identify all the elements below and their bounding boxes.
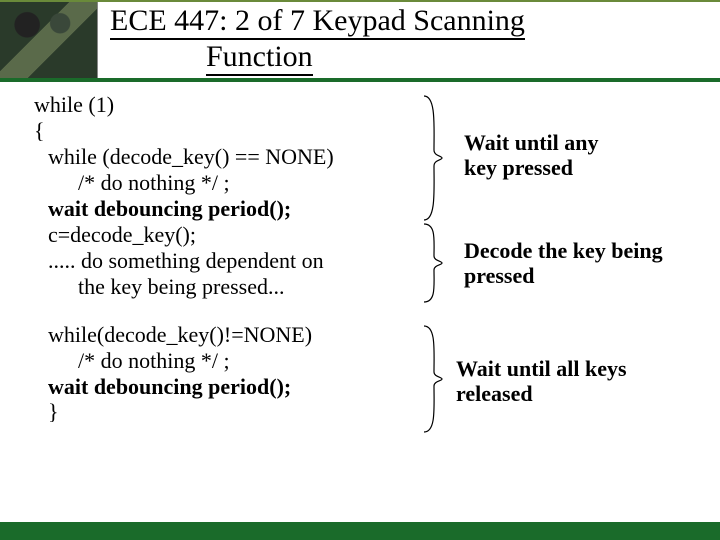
code-line: ..... do something dependent on	[34, 248, 434, 274]
slide-body: while (1) { while (decode_key() == NONE)…	[0, 92, 720, 522]
title-container: ECE 447: 2 of 7 Keypad Scanning Function	[110, 4, 710, 76]
code-block: while (1) { while (decode_key() == NONE)…	[34, 92, 434, 425]
slide-title-line2: Function	[206, 40, 313, 76]
code-line: {	[34, 118, 434, 144]
slide-title-line1: ECE 447: 2 of 7 Keypad Scanning	[110, 4, 525, 40]
code-line: /* do nothing */ ;	[34, 348, 434, 374]
annotation-line: Wait until any	[464, 130, 598, 155]
code-line: while (1)	[34, 92, 434, 118]
annotation-decode: Decode the key being pressed	[464, 238, 663, 289]
annotation-line: released	[456, 381, 627, 406]
annotation-line: Decode the key being	[464, 238, 663, 263]
annotation-line: pressed	[464, 263, 663, 288]
code-line: /* do nothing */ ;	[34, 170, 434, 196]
code-line: wait debouncing period();	[34, 196, 434, 222]
code-line: while (decode_key() == NONE)	[34, 144, 434, 170]
footer-accent-bar	[0, 522, 720, 540]
annotation-wait-press: Wait until any key pressed	[464, 130, 598, 181]
annotation-wait-release: Wait until all keys released	[456, 356, 627, 407]
header-top-rule	[0, 0, 720, 2]
decorative-chip-image	[0, 2, 98, 78]
code-line: the key being pressed...	[34, 274, 434, 300]
code-line: c=decode_key();	[34, 222, 434, 248]
code-line: }	[34, 399, 434, 425]
code-line: wait debouncing period();	[34, 374, 434, 400]
annotation-line: key pressed	[464, 155, 598, 180]
annotation-line: Wait until all keys	[456, 356, 627, 381]
code-line: while(decode_key()!=NONE)	[34, 322, 434, 348]
slide-header: ECE 447: 2 of 7 Keypad Scanning Function	[0, 0, 720, 82]
